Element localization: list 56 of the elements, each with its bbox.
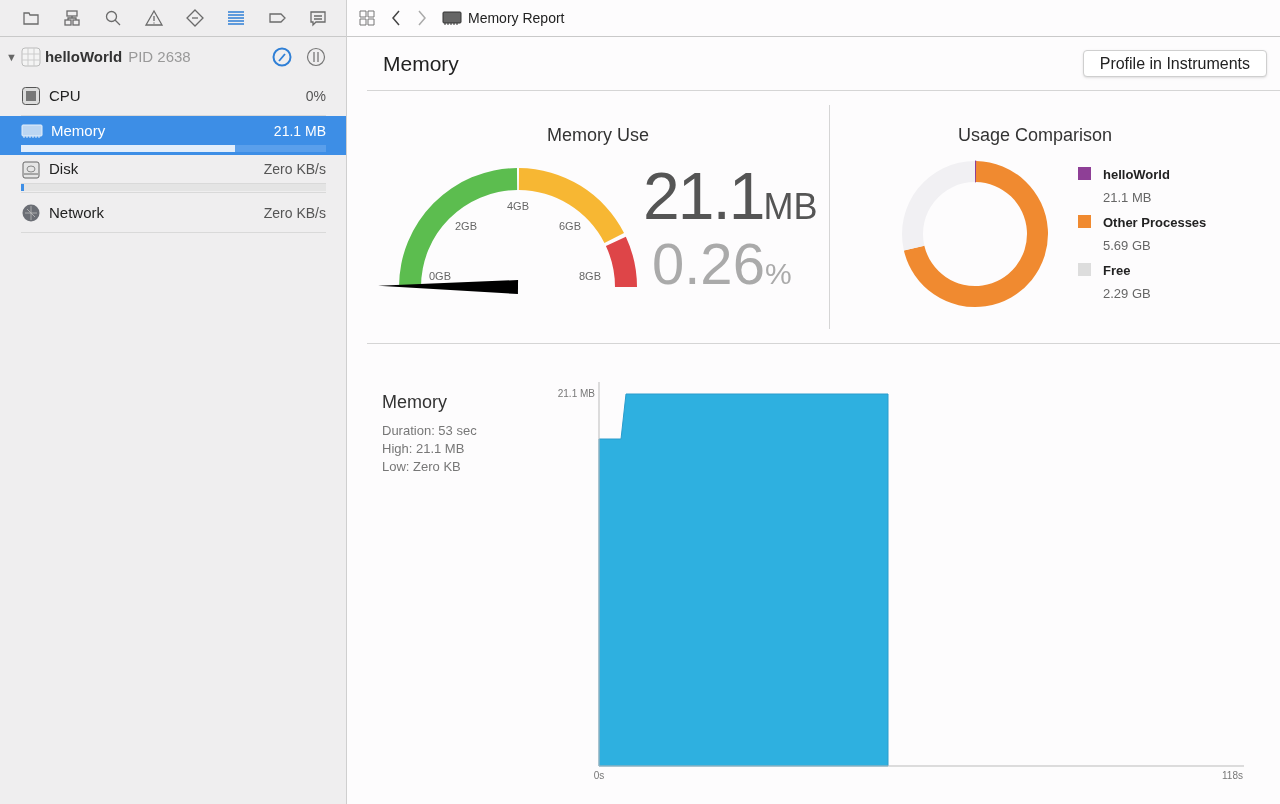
timeline-stat: High: 21.1 MB <box>382 440 466 458</box>
profile-button[interactable]: Profile in Instruments <box>1082 50 1267 77</box>
hierarchy-icon[interactable] <box>62 8 82 28</box>
app-icon <box>20 47 41 67</box>
process-name: helloWorld <box>44 46 123 67</box>
memory-amount: 21.1MB <box>643 163 818 229</box>
legend-value: 5.69 GB <box>1103 236 1152 255</box>
memory-chip-icon <box>21 123 43 139</box>
panel-title: Memory Use <box>546 124 650 147</box>
gauge-tick-label: 2GB <box>455 220 477 232</box>
process-pid: PID 2638 <box>128 46 191 67</box>
x-axis-label: 118s <box>1222 770 1243 781</box>
breadcrumb[interactable]: Memory Report <box>468 7 565 29</box>
pause-icon[interactable] <box>306 47 326 67</box>
breakpoint-icon[interactable] <box>185 8 205 28</box>
timeline-title: Memory <box>382 391 448 414</box>
gauge-value: Zero KB/s <box>263 203 326 223</box>
gauge-icon[interactable] <box>272 47 292 67</box>
gauge-tick-label: 4GB <box>507 200 529 212</box>
gauge-value: 0% <box>305 86 326 106</box>
memory-chip-icon <box>442 10 462 26</box>
gauge-row[interactable]: Network Zero KB/s <box>0 194 346 233</box>
disclosure-triangle[interactable]: ▼ <box>6 48 17 66</box>
grid-icon[interactable] <box>358 9 376 27</box>
gauge-value: 21.1 MB <box>273 121 326 141</box>
gauge-row[interactable]: Disk Zero KB/s <box>0 155 346 194</box>
gauge-high-zone <box>605 236 637 287</box>
gauge-name: Memory <box>51 120 106 141</box>
gauge-name: CPU <box>49 85 81 106</box>
gauge-value: Zero KB/s <box>263 160 326 179</box>
gauge-tick-label: 8GB <box>579 270 601 282</box>
legend-label: Other Processes <box>1103 214 1207 232</box>
gauge-tick-label: 6GB <box>559 220 581 232</box>
forward-icon[interactable] <box>416 9 428 27</box>
gauge-row[interactable]: CPU 0% <box>0 77 346 116</box>
page-title: Memory <box>383 50 459 77</box>
legend-value: 21.1 MB <box>1103 188 1153 207</box>
y-axis-label: 21.1 MB <box>557 388 595 399</box>
x-axis-label: 0s <box>593 770 605 781</box>
gauge-name: Network <box>49 202 104 223</box>
chip-icon <box>21 86 41 106</box>
globe-icon <box>21 203 41 223</box>
back-icon[interactable] <box>390 9 402 27</box>
legend-label: helloWorld <box>1103 166 1170 184</box>
gauge-tick-label: 0GB <box>429 270 451 282</box>
memory-percent: 0.26% <box>652 235 793 293</box>
warning-icon[interactable] <box>144 8 164 28</box>
timeline-stat: Duration: 53 sec <box>382 422 478 440</box>
report-icon[interactable] <box>308 8 328 28</box>
legend-value: 2.29 GB <box>1103 284 1151 303</box>
legend-label: Free <box>1103 262 1132 280</box>
search-icon[interactable] <box>103 8 123 28</box>
timeline-stat: Low: Zero KB <box>382 458 462 476</box>
debug-icon[interactable] <box>226 8 246 28</box>
panel-title: Usage Comparison <box>956 124 1114 147</box>
gauge-name: Disk <box>49 159 79 180</box>
